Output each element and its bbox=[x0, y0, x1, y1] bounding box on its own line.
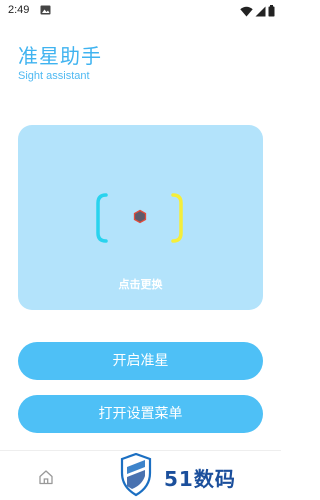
status-icons bbox=[240, 4, 275, 18]
app-screen: 2:49 准星助手 Sight assistant 点击更换 开启准星 打开设置… bbox=[0, 0, 281, 500]
wifi-icon bbox=[240, 6, 253, 16]
watermark-shield-logo bbox=[120, 453, 152, 497]
signal-icon bbox=[255, 6, 266, 16]
crosshair-center-dot bbox=[133, 209, 147, 224]
image-icon bbox=[40, 5, 51, 15]
start-sight-button[interactable]: 开启准星 bbox=[18, 342, 263, 380]
watermark-text: 51数码 bbox=[164, 467, 236, 491]
open-settings-menu-button[interactable]: 打开设置菜单 bbox=[18, 395, 263, 433]
change-sight-label[interactable]: 点击更换 bbox=[18, 276, 263, 292]
battery-icon bbox=[268, 5, 275, 17]
crosshair-left-bracket bbox=[96, 193, 108, 243]
sight-preview-card[interactable]: 点击更换 bbox=[18, 125, 263, 310]
app-subtitle: Sight assistant bbox=[18, 70, 90, 82]
crosshair-right-bracket bbox=[171, 193, 183, 243]
status-time: 2:49 bbox=[8, 4, 30, 16]
status-bar: 2:49 bbox=[0, 0, 281, 24]
bottom-nav: 51数码 bbox=[0, 450, 281, 500]
app-title: 准星助手 bbox=[18, 44, 102, 68]
home-icon[interactable] bbox=[38, 469, 54, 485]
